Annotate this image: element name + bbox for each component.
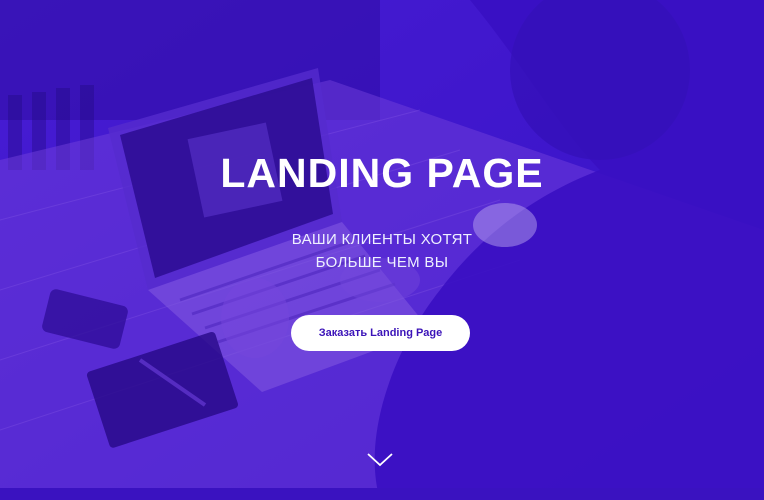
hero-title: LANDING PAGE [220, 150, 544, 196]
hero-subtitle-line2: БОЛЬШЕ ЧЕМ ВЫ [315, 254, 449, 271]
hero-section: LANDING PAGE ВАШИ КЛИЕНТЫ ХОТЯТ БОЛЬШЕ Ч… [0, 0, 764, 500]
chevron-down-icon[interactable] [366, 449, 394, 469]
hero-subtitle-line1: ВАШИ КЛИЕНТЫ ХОТЯТ [291, 231, 473, 248]
bottom-strip [0, 488, 764, 500]
hero-subtitle: ВАШИ КЛИЕНТЫ ХОТЯТ БОЛЬШЕ ЧЕМ ВЫ [0, 228, 764, 274]
order-landing-page-button[interactable]: Заказать Landing Page [291, 315, 470, 351]
